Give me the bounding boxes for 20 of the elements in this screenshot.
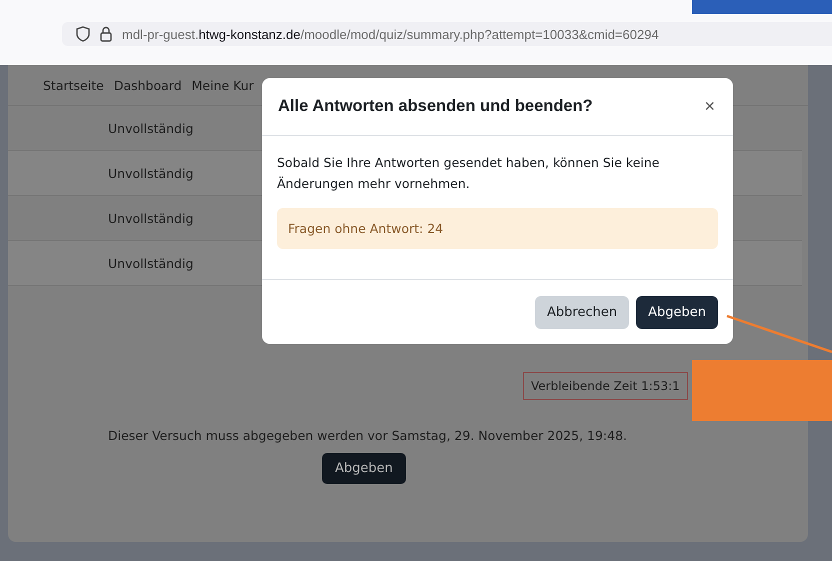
submit-button[interactable]: Abgeben	[322, 453, 406, 484]
submit-button[interactable]: Abgeben	[636, 296, 718, 328]
status-cell: Unvollständig	[108, 256, 194, 270]
nav-link[interactable]: Startseite	[43, 78, 104, 92]
nav-link[interactable]: Dashboard	[114, 78, 182, 92]
cancel-button[interactable]: Abbrechen	[535, 296, 630, 328]
close-button[interactable]: ×	[702, 96, 717, 117]
deadline-text: Dieser Versuch muss abgegeben werden vor Samstag, 29. November 2025, 19:48.	[108, 428, 628, 443]
timer-box: Verbleibende Zeit 1:53:1	[523, 372, 688, 400]
shield-icon	[76, 26, 90, 42]
address-bar[interactable]: mdl-pr-guest.htwg-konstanz.de/moodle/mod/quiz/summary.php?attempt=10033&cmid=60294	[62, 22, 832, 46]
url-text: mdl-pr-guest.htwg-konstanz.de/moodle/mod/quiz/summary.php?attempt=10033&cmid=60294	[122, 26, 659, 42]
lock-icon	[100, 26, 112, 42]
status-cell: Unvollständig	[108, 210, 194, 226]
nav-link[interactable]: Meine Kur	[192, 78, 254, 92]
dialog-message: Sobald Sie Ihre Antworten gesendet haben, können Sie keine Änderungen mehr vornehmen.	[277, 154, 660, 193]
dialog-title: Alle Antworten absenden und beenden?	[278, 97, 593, 116]
status-cell: Unvollständig	[108, 166, 194, 180]
status-cell: Unvollständig	[108, 120, 194, 136]
warning-alert: Fragen ohne Antwort: 24	[277, 208, 718, 249]
